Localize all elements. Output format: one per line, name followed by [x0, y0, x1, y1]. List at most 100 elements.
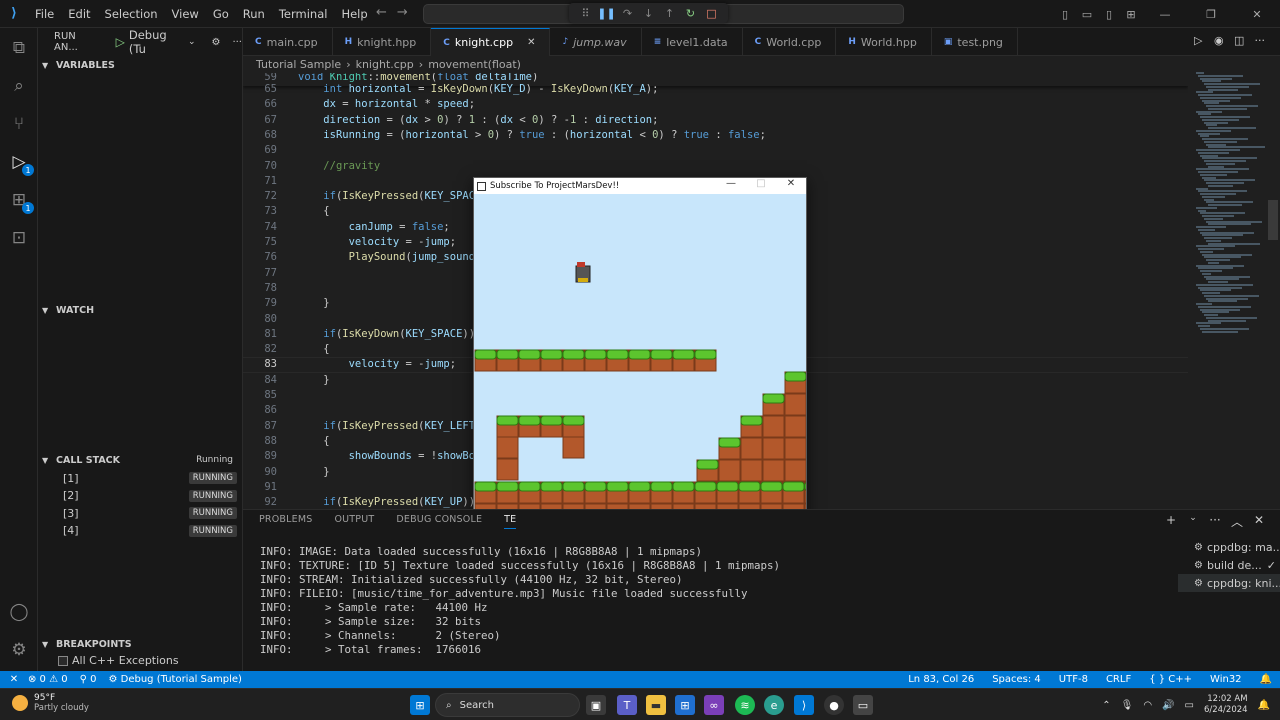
close-panel-icon[interactable]: ✕ [1248, 513, 1270, 530]
menu-file[interactable]: File [28, 7, 61, 21]
code-line[interactable]: canJump = false; [298, 221, 450, 233]
minimap[interactable] [1188, 56, 1280, 509]
callstack-thread[interactable]: [1] RUNNING [38, 469, 243, 487]
code-line[interactable]: int horizontal = IsKeyDown(KEY_D) - IsKe… [298, 83, 658, 95]
breadcrumb-item[interactable]: movement(float) [428, 58, 521, 71]
toggle-secondary-icon[interactable]: ▯ [1098, 8, 1120, 21]
code-line[interactable]: direction = (dx > 0) ? 1 : (dx < 0) ? -1… [298, 114, 658, 126]
breakpoints-section[interactable]: ▼ BREAKPOINTS [38, 633, 243, 655]
copilot-icon[interactable]: ◉ [1209, 34, 1230, 47]
panel-tab-debug-console[interactable]: DEBUG CONSOLE [396, 514, 482, 529]
callstack-thread[interactable]: [2] RUNNING [38, 487, 243, 505]
code-line[interactable]: dx = horizontal * speed; [298, 98, 475, 110]
tab-level1-data[interactable]: ≡ level1.data [642, 28, 743, 56]
manage-gear-icon[interactable]: ⚙ [7, 638, 31, 662]
breadcrumb-item[interactable]: knight.cpp [356, 58, 414, 71]
game-canvas[interactable] [474, 194, 807, 527]
stop-icon[interactable]: □ [701, 7, 722, 20]
gear-icon[interactable]: ⚙ [211, 37, 220, 48]
battery-icon[interactable]: ▭ [1185, 700, 1194, 711]
minimize-icon[interactable]: — [716, 178, 746, 189]
ports-status[interactable]: ⚲ 0 [80, 674, 97, 685]
remote-icon[interactable]: ✕ [0, 674, 28, 685]
notification-center-icon[interactable]: 🔔 [1258, 700, 1270, 711]
maximize-panel-icon[interactable]: ︿ [1226, 513, 1248, 530]
debug-status[interactable]: ⚙ Debug (Tutorial Sample) [108, 674, 241, 685]
windows-start-icon[interactable]: ⊞ [410, 695, 430, 715]
tab-test-png[interactable]: ▣ test.png [932, 28, 1018, 56]
code-line[interactable]: if(IsKeyDown(KEY_SPACE)) [298, 328, 475, 340]
step-over-icon[interactable]: ↷ [617, 7, 638, 20]
notifications-icon[interactable]: 🔔 [1260, 674, 1272, 685]
menu-view[interactable]: View [165, 7, 206, 21]
split-editor-icon[interactable]: ◫ [1229, 34, 1250, 47]
forward-arrow-icon[interactable]: → [397, 5, 408, 20]
menu-run[interactable]: Run [236, 7, 272, 21]
code-line[interactable]: velocity = -jump; [298, 236, 457, 248]
code-line[interactable]: { [298, 435, 329, 447]
language-status[interactable]: { } C++ [1149, 674, 1192, 685]
problems-status[interactable]: ⊗ 0 ⚠ 0 [28, 674, 68, 685]
variables-section[interactable]: ▼ VARIABLES [38, 54, 243, 76]
game-window-taskbar-icon[interactable]: ▭ [853, 695, 873, 715]
wifi-icon[interactable]: ◠ [1143, 700, 1152, 711]
more-icon[interactable]: ··· [1204, 513, 1226, 530]
terminal-instance[interactable]: ⚙ cppdbg: kni... [1178, 574, 1280, 592]
tray-chevron-icon[interactable]: ⌃ [1102, 700, 1110, 711]
encoding-status[interactable]: UTF-8 [1059, 674, 1088, 685]
tab-knight-cpp[interactable]: Cknight.cpp ✕ [431, 28, 551, 56]
restart-icon[interactable]: ↻ [680, 7, 701, 20]
code-line[interactable]: isRunning = (horizontal > 0) ? true : (h… [298, 129, 766, 141]
weather-widget[interactable]: 95°F Partly cloudy [12, 693, 89, 713]
code-line[interactable]: if(IsKeyPressed(KEY_SPACE [298, 190, 481, 202]
visual-studio-icon[interactable]: ∞ [704, 695, 724, 715]
run-debug-icon[interactable]: ▷ 1 [7, 150, 34, 176]
extensions-icon[interactable]: ⊞ 1 [7, 188, 34, 214]
terminal-instance[interactable]: ⚙ build de... ✓ [1178, 556, 1280, 574]
menu-selection[interactable]: Selection [98, 7, 165, 21]
breakpoint-checkbox[interactable] [58, 655, 68, 666]
code-line[interactable]: //gravity [298, 160, 380, 172]
code-line[interactable]: PlaySound(jump_sound [298, 251, 475, 263]
close-tab-icon[interactable]: ✕ [527, 37, 535, 48]
drag-handle-icon[interactable]: ⠿ [575, 7, 596, 20]
debug-config-select[interactable]: Debug (Tu [129, 28, 186, 56]
indentation-status[interactable]: Spaces: 4 [992, 674, 1041, 685]
tab-knight-hpp[interactable]: Hknight.hpp [333, 28, 432, 56]
code-line[interactable]: velocity = -jump; [298, 358, 457, 370]
step-out-icon[interactable]: ↑ [659, 7, 680, 20]
platform-status[interactable]: Win32 [1210, 674, 1242, 685]
store-icon[interactable]: ⊞ [675, 695, 695, 715]
search-icon[interactable]: ⌕ [7, 74, 31, 98]
back-arrow-icon[interactable]: ← [376, 5, 387, 20]
callstack-thread[interactable]: [4] RUNNING [38, 522, 243, 540]
menu-help[interactable]: Help [334, 7, 374, 21]
start-debug-icon[interactable]: ▷ [116, 35, 125, 49]
new-terminal-icon[interactable]: + [1160, 513, 1182, 530]
editor-scrollbar[interactable] [1268, 200, 1278, 240]
chevron-down-icon[interactable]: ⌄ [1182, 513, 1204, 530]
edge-icon[interactable]: e [764, 695, 784, 715]
file-explorer-icon[interactable]: ▬ [646, 695, 666, 715]
cursor-position[interactable]: Ln 83, Col 26 [908, 674, 974, 685]
game-window[interactable]: Subscribe To ProjectMarsDev!! — □ ✕ [473, 177, 807, 527]
toggle-panel-icon[interactable]: ▭ [1076, 8, 1098, 21]
code-line[interactable]: } [298, 466, 329, 478]
breadcrumb-item[interactable]: Tutorial Sample [256, 58, 341, 71]
more-actions-icon[interactable]: ··· [1250, 34, 1271, 47]
code-line[interactable]: showBounds = !showBou [298, 450, 482, 462]
code-line[interactable]: } [298, 297, 329, 309]
step-into-icon[interactable]: ↓ [638, 7, 659, 20]
clock[interactable]: 12:02 AM 6/24/2024 [1204, 694, 1248, 716]
terminal-instance[interactable]: ⚙ cppdbg: ma... [1178, 538, 1280, 556]
vscode-taskbar-icon[interactable]: ⟩ [794, 695, 814, 715]
menu-terminal[interactable]: Terminal [272, 7, 335, 21]
game-window-titlebar[interactable]: Subscribe To ProjectMarsDev!! — □ ✕ [474, 178, 806, 194]
teams-icon[interactable]: T [617, 695, 637, 715]
explorer-icon[interactable]: ⧉ [7, 36, 31, 60]
code-line[interactable]: { [298, 205, 329, 217]
code-line[interactable]: if(IsKeyPressed(KEY_UP)) [298, 496, 475, 508]
spotify-icon[interactable]: ≋ [735, 695, 755, 715]
microphone-icon[interactable]: 🎙 [1121, 700, 1134, 711]
code-line[interactable]: void Knight::movement(float deltaTime) [298, 73, 538, 83]
